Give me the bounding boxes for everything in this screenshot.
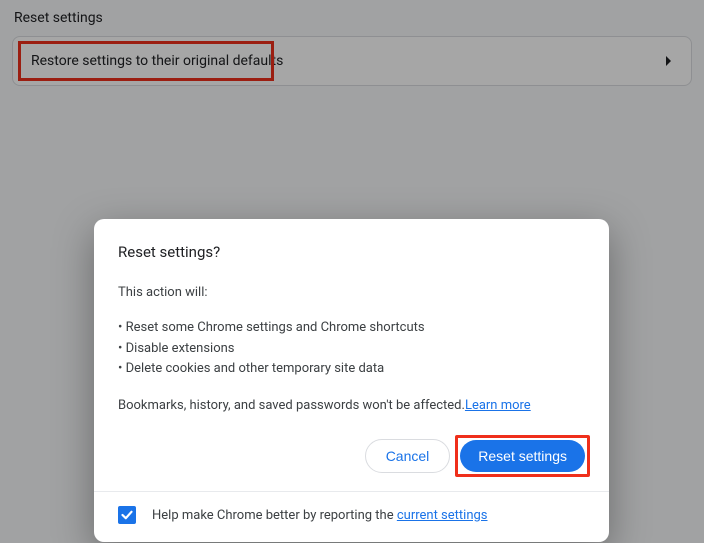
dialog-note: Bookmarks, history, and saved passwords … — [118, 398, 585, 413]
dialog-intro: This action will: — [118, 283, 585, 304]
report-settings-checkbox[interactable] — [118, 506, 136, 524]
bullet-item: • Disable extensions — [118, 339, 585, 360]
learn-more-link[interactable]: Learn more — [465, 398, 531, 413]
dialog-title: Reset settings? — [118, 243, 585, 261]
dialog-bullets: • Reset some Chrome settings and Chrome … — [118, 318, 585, 380]
cancel-button[interactable]: Cancel — [365, 439, 451, 473]
current-settings-link[interactable]: current settings — [397, 508, 488, 523]
bullet-item: • Delete cookies and other temporary sit… — [118, 359, 585, 380]
bullet-item: • Reset some Chrome settings and Chrome … — [118, 318, 585, 339]
footer-text: Help make Chrome better by reporting the… — [152, 508, 488, 523]
reset-settings-button[interactable]: Reset settings — [460, 440, 585, 472]
reset-settings-dialog: Reset settings? This action will: • Rese… — [94, 219, 609, 542]
